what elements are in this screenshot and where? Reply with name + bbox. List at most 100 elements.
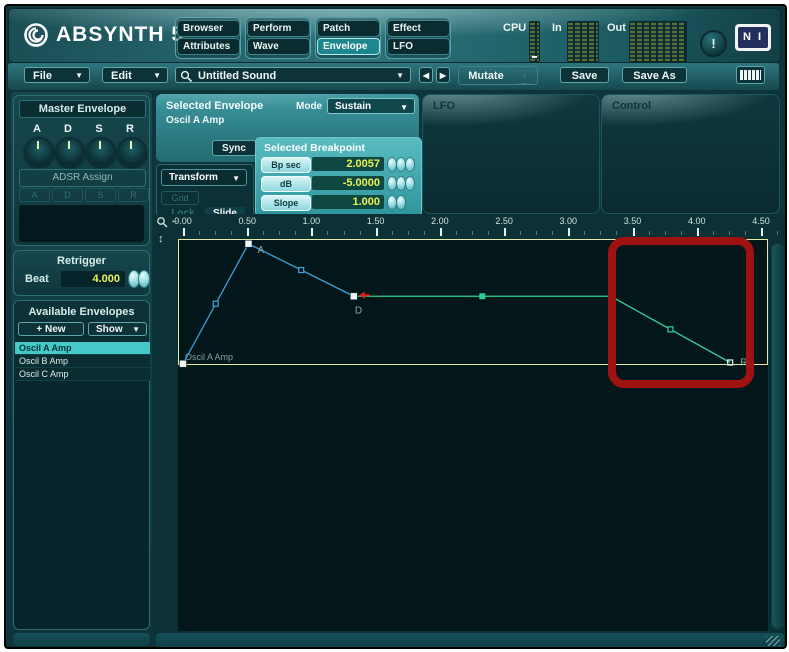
envelope-breakpoint[interactable] bbox=[350, 293, 357, 300]
nav-effect-button[interactable]: Effect bbox=[387, 20, 450, 37]
adsr-assign-a-button[interactable]: A bbox=[19, 188, 50, 202]
sidebar: Master Envelope A D S R ADSR Assign A D … bbox=[11, 92, 152, 647]
beat-value-field[interactable]: 4.000 bbox=[61, 271, 125, 287]
adsr-assign-s-button[interactable]: S bbox=[85, 188, 116, 202]
sidebar-footer bbox=[13, 633, 150, 646]
edit-menu[interactable]: Edit▼ bbox=[102, 67, 168, 83]
db-gem[interactable] bbox=[405, 176, 415, 191]
knob-label-r: R bbox=[120, 123, 140, 135]
db-button[interactable]: dB bbox=[261, 176, 311, 192]
transform-dropdown[interactable]: Transform▼ bbox=[161, 169, 247, 186]
save-button[interactable]: Save bbox=[560, 67, 609, 83]
adsr-assign-display bbox=[19, 205, 144, 242]
new-envelope-button[interactable]: + New bbox=[18, 322, 84, 336]
nav-patch-button[interactable]: Patch bbox=[317, 20, 380, 37]
out-label: Out bbox=[607, 22, 626, 34]
mutate-history-icon[interactable]: ↑ bbox=[515, 68, 534, 84]
editor-footer bbox=[156, 633, 784, 648]
selected-breakpoint-panel: Selected Breakpoint Bp sec 2.0057 dB -5.… bbox=[255, 137, 422, 217]
sustain-knob[interactable] bbox=[86, 137, 116, 167]
slope-value[interactable]: 1.000 bbox=[312, 195, 384, 209]
show-dropdown[interactable]: Show▼ bbox=[88, 322, 147, 336]
selected-breakpoint-arrow-icon[interactable] bbox=[359, 292, 365, 299]
bp-sec-button[interactable]: Bp sec bbox=[261, 157, 311, 173]
alert-button[interactable]: ! bbox=[700, 30, 727, 57]
beat-gem-down[interactable] bbox=[138, 270, 150, 288]
decay-knob[interactable] bbox=[55, 137, 85, 167]
db-value[interactable]: -5.0000 bbox=[312, 176, 384, 190]
retrigger-panel: Retrigger Beat 4.000 bbox=[13, 250, 150, 296]
envelope-list-item[interactable]: Oscil C Amp bbox=[15, 368, 150, 381]
envelope-breakpoint[interactable] bbox=[180, 360, 187, 367]
breakpoint-label: A bbox=[258, 245, 265, 256]
bp-sec-gem[interactable] bbox=[405, 157, 415, 172]
attack-knob[interactable] bbox=[24, 137, 54, 167]
retrigger-title: Retrigger bbox=[14, 255, 149, 267]
chevron-down-icon: ▼ bbox=[132, 323, 140, 337]
envelope-midpoint[interactable] bbox=[213, 301, 218, 306]
nav-lfo-button[interactable]: LFO bbox=[387, 38, 450, 55]
envelope-editor: ← ↕ 0.000.501.001.502.002.503.003.504.00… bbox=[153, 214, 785, 634]
available-envelopes-panel: Available Envelopes + New Show▼ Oscil A … bbox=[13, 300, 150, 630]
menubar: File▼ Edit▼ Untitled Sound ▼ ◀ ▶ Mutate … bbox=[8, 63, 779, 90]
chevron-down-icon: ▼ bbox=[75, 68, 83, 84]
in-label: In bbox=[552, 22, 562, 34]
absynth-logo-icon bbox=[23, 22, 49, 48]
selected-envelope-name: Oscil A Amp bbox=[166, 115, 224, 126]
mutate-group: Mutate ↑ bbox=[458, 66, 538, 85]
envelope-breakpoint[interactable] bbox=[245, 240, 252, 247]
nav-perform-button[interactable]: Perform bbox=[247, 20, 310, 37]
cpu-meter bbox=[529, 21, 540, 62]
nav-group-patch: Patch Envelope bbox=[315, 17, 381, 59]
master-envelope-panel: Master Envelope A D S R ADSR Assign A D … bbox=[13, 95, 150, 246]
titlebar: ABSYNTH 5 Browser Attributes Perform Wav… bbox=[8, 8, 781, 63]
save-as-button[interactable]: Save As bbox=[622, 67, 687, 83]
output-meter bbox=[629, 21, 687, 62]
nav-envelope-button[interactable]: Envelope bbox=[317, 38, 380, 55]
envelope-list-item[interactable]: Oscil A Amp bbox=[15, 342, 150, 355]
nav-group-perform: Perform Wave bbox=[245, 17, 311, 59]
grid-button[interactable]: Grid bbox=[161, 191, 199, 205]
control-panel: Control bbox=[601, 94, 780, 214]
slope-button[interactable]: Slope bbox=[261, 195, 311, 211]
ni-logo[interactable]: N I bbox=[735, 24, 771, 51]
bp-sec-value[interactable]: 2.0057 bbox=[312, 157, 384, 171]
chevron-down-icon: ▼ bbox=[153, 68, 161, 84]
nav-attributes-button[interactable]: Attributes bbox=[177, 38, 240, 55]
selected-breakpoint-title: Selected Breakpoint bbox=[264, 142, 365, 154]
knob-label-s: S bbox=[89, 123, 109, 135]
adsr-assign-r-button[interactable]: R bbox=[118, 188, 149, 202]
file-menu[interactable]: File▼ bbox=[24, 67, 90, 83]
lfo-panel-title: LFO bbox=[433, 100, 455, 112]
nav-group-browser: Browser Attributes bbox=[175, 17, 241, 59]
adsr-assign-d-button[interactable]: D bbox=[52, 188, 83, 202]
keyboard-keys-icon bbox=[740, 70, 761, 80]
control-panel-title: Control bbox=[612, 100, 651, 112]
chevron-down-icon: ▼ bbox=[400, 100, 408, 115]
nav-browser-button[interactable]: Browser bbox=[177, 20, 240, 37]
mutate-button[interactable]: Mutate bbox=[461, 68, 511, 84]
envelope-list-item[interactable]: Oscil B Amp bbox=[15, 355, 150, 368]
adsr-assign-title: ADSR Assign bbox=[19, 169, 146, 187]
chevron-down-icon: ▼ bbox=[396, 68, 404, 84]
chevron-down-icon: ▼ bbox=[232, 171, 240, 186]
envelope-midpoint[interactable] bbox=[299, 268, 304, 273]
next-sound-button[interactable]: ▶ bbox=[436, 67, 450, 83]
mode-dropdown[interactable]: Sustain▼ bbox=[327, 98, 415, 114]
breakpoint-label: D bbox=[355, 305, 362, 316]
knob-label-a: A bbox=[27, 123, 47, 135]
resize-grip[interactable] bbox=[766, 636, 780, 646]
knob-label-d: D bbox=[58, 123, 78, 135]
sound-selector[interactable]: Untitled Sound ▼ bbox=[175, 67, 411, 83]
slope-gem[interactable] bbox=[396, 195, 406, 210]
prev-sound-button[interactable]: ◀ bbox=[419, 67, 433, 83]
virtual-keyboard-button[interactable] bbox=[736, 66, 765, 84]
nav-wave-button[interactable]: Wave bbox=[247, 38, 310, 55]
release-knob[interactable] bbox=[117, 137, 147, 167]
sync-button[interactable]: Sync bbox=[212, 140, 256, 156]
beat-label: Beat bbox=[25, 273, 49, 285]
highlight-rectangle bbox=[608, 237, 754, 388]
envelope-midpoint[interactable] bbox=[479, 293, 485, 299]
sound-name: Untitled Sound bbox=[198, 70, 276, 82]
absynth-window: ABSYNTH 5 Browser Attributes Perform Wav… bbox=[4, 4, 787, 649]
